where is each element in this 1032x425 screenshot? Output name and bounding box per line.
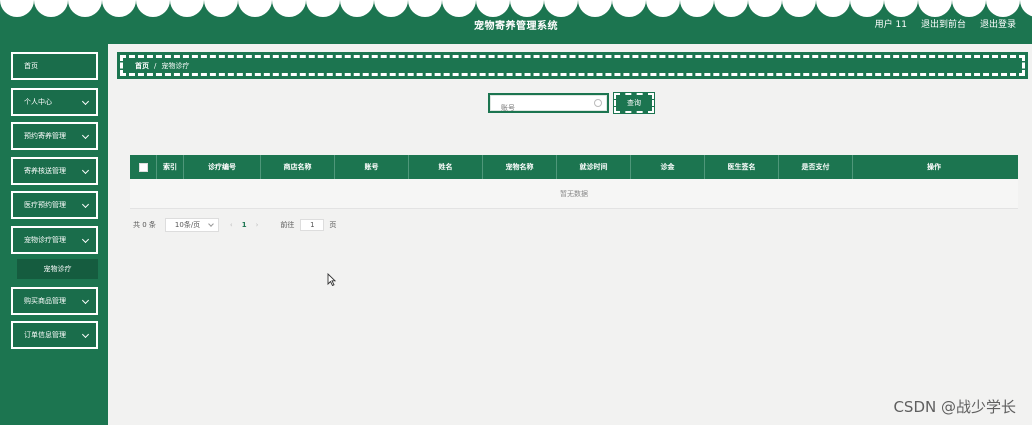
sidebar-item-order-info[interactable]: 订单信息管理 <box>11 321 98 349</box>
select-all-checkbox[interactable] <box>138 162 148 172</box>
chevron-down-icon <box>81 235 90 244</box>
search-button[interactable]: 查询 <box>613 92 655 114</box>
column-header: 宠物名称 <box>483 155 557 179</box>
sidebar-item-pet-treatment[interactable]: 宠物诊疗管理 <box>11 226 98 254</box>
sidebar-item-label: 寄养核送管理 <box>24 167 66 175</box>
search-icon <box>594 99 602 107</box>
search-button-label: 查询 <box>627 99 641 107</box>
column-header: 诊疗编号 <box>184 155 261 179</box>
jump-suffix: 页 <box>329 221 337 229</box>
header-links: 用户 11 退出到前台 退出登录 <box>875 17 1016 30</box>
jump-page-input[interactable] <box>300 219 325 231</box>
sidebar-item-label: 预约寄养管理 <box>24 132 66 140</box>
chevron-down-icon <box>208 221 214 227</box>
sidebar-item-home[interactable]: 首页 <box>11 52 98 80</box>
column-header: 就诊时间 <box>557 155 631 179</box>
exit-to-frontend-link[interactable]: 退出到前台 <box>921 17 966 30</box>
sidebar-item-personal-center[interactable]: 个人中心 <box>11 88 98 116</box>
sidebar-item-purchase-goods[interactable]: 购买商品管理 <box>11 287 98 315</box>
pagination: 共 0 条 10条/页 ‹ 1 › 前往 页 <box>133 217 336 233</box>
breadcrumb-home[interactable]: 首页 <box>135 61 149 71</box>
top-header: 宠物寄养管理系统 用户 11 退出到前台 退出登录 <box>0 0 1032 44</box>
logout-link[interactable]: 退出登录 <box>980 17 1016 30</box>
column-header: 医生签名 <box>705 155 779 179</box>
page-size-select[interactable]: 10条/页 <box>164 218 219 232</box>
column-header: 商店名称 <box>261 155 335 179</box>
page-size-value: 10条/页 <box>174 221 201 229</box>
chevron-down-icon <box>81 296 90 305</box>
column-header: 姓名 <box>409 155 483 179</box>
sidebar-item-label: 医疗预约管理 <box>24 201 66 209</box>
sidebar-subitem-pet-treatment[interactable]: 宠物诊疗 <box>17 259 98 279</box>
sidebar-item-label: 首页 <box>24 62 38 70</box>
sidebar: 首页 个人中心 预约寄养管理 寄养核送管理 医疗预约管理 宠物诊疗管理 宠物诊疗… <box>0 44 108 425</box>
chevron-down-icon <box>81 200 90 209</box>
data-table: 索引 诊疗编号 商店名称 账号 姓名 宠物名称 就诊时间 诊金 医生签名 是否支… <box>130 155 1018 209</box>
search-field <box>488 93 609 116</box>
breadcrumb-current: 宠物诊疗 <box>161 61 190 70</box>
chevron-down-icon <box>81 166 90 175</box>
chevron-down-icon <box>81 330 90 339</box>
sidebar-item-label: 宠物诊疗管理 <box>24 236 66 244</box>
prev-page-button[interactable]: ‹ <box>230 221 233 229</box>
column-header: 诊金 <box>631 155 705 179</box>
sidebar-item-medical-booking[interactable]: 医疗预约管理 <box>11 191 98 219</box>
sidebar-item-boarding-delivery[interactable]: 寄养核送管理 <box>11 157 98 185</box>
pagination-total: 共 0 条 <box>133 221 156 229</box>
sidebar-item-boarding-booking[interactable]: 预约寄养管理 <box>11 122 98 150</box>
breadcrumb-separator: / <box>154 61 157 70</box>
watermark: CSDN @战少学长 <box>893 398 1016 416</box>
table-header: 索引 诊疗编号 商店名称 账号 姓名 宠物名称 就诊时间 诊金 医生签名 是否支… <box>130 155 1018 179</box>
next-page-button[interactable]: › <box>256 221 259 229</box>
select-all-cell <box>130 155 157 179</box>
search-input[interactable] <box>499 100 593 116</box>
column-header: 操作 <box>927 163 941 171</box>
user-name-link[interactable]: 用户 11 <box>875 17 907 30</box>
column-header: 索引 <box>157 155 184 179</box>
chevron-down-icon <box>81 131 90 140</box>
mouse-cursor-icon <box>327 273 336 286</box>
breadcrumb: 首页 / 宠物诊疗 <box>117 52 1028 79</box>
column-header: 账号 <box>335 155 409 179</box>
sidebar-item-label: 个人中心 <box>24 98 52 106</box>
sidebar-item-label: 订单信息管理 <box>24 331 66 339</box>
sidebar-item-label: 购买商品管理 <box>24 297 66 305</box>
chevron-down-icon <box>81 97 90 106</box>
table-empty-row: 暂无数据 <box>130 179 1018 209</box>
column-header: 是否支付 <box>779 155 853 179</box>
empty-text: 暂无数据 <box>560 189 588 198</box>
page-number-current[interactable]: 1 <box>242 221 247 229</box>
jump-label: 前往 <box>280 221 295 229</box>
sidebar-subitem-label: 宠物诊疗 <box>43 265 72 273</box>
